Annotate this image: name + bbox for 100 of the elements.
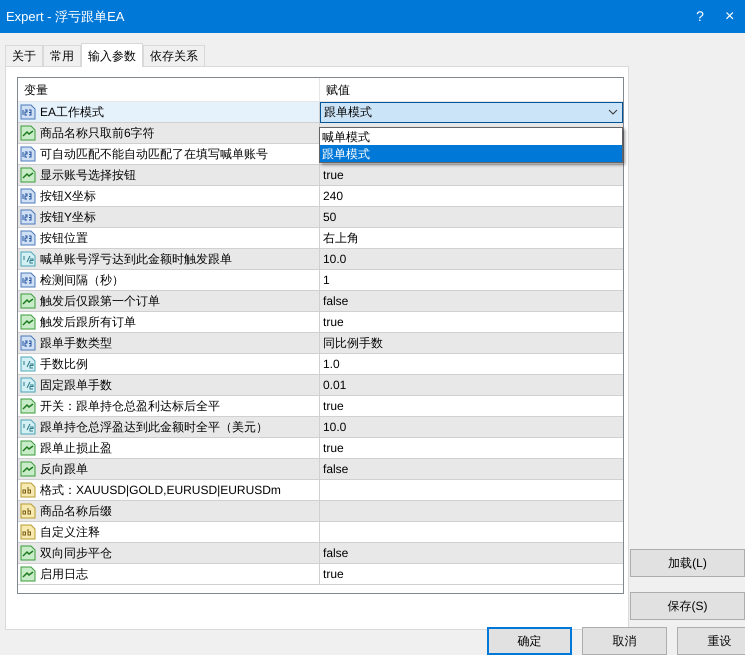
parameter-name: 按钮位置 — [40, 230, 88, 247]
column-header[interactable]: 赋值 — [320, 78, 623, 101]
parameter-value: false — [322, 545, 348, 562]
table-row[interactable]: 按钮Y坐标 50 — [18, 207, 623, 228]
parameter-value: 50 — [322, 209, 336, 226]
parameter-value: true — [322, 167, 344, 184]
dialog-button[interactable]: 取消 — [582, 627, 667, 655]
help-button[interactable]: ? — [685, 6, 715, 27]
parameter-name: 固定跟单手数 — [40, 377, 112, 394]
table-row[interactable]: 触发后仅跟第一个订单 false — [18, 291, 623, 312]
boolean-type-icon — [20, 566, 36, 582]
column-header[interactable]: 变量 — [18, 78, 320, 101]
decimal-type-icon — [20, 419, 36, 435]
integer-type-icon — [20, 104, 36, 120]
table-row[interactable]: 跟单手数类型 同比例手数 — [18, 333, 623, 354]
table-row[interactable]: 跟单止损止盈 true — [18, 438, 623, 459]
parameter-name: EA工作模式 — [40, 104, 104, 121]
window-title: Expert - 浮亏跟单EA — [5, 8, 126, 26]
parameter-name: 按钮X坐标 — [40, 188, 96, 205]
dialog-button[interactable]: 重设 — [677, 627, 745, 655]
parameter-name: 跟单止损止盈 — [40, 440, 112, 457]
parameter-value: 同比例手数 — [322, 335, 383, 352]
parameter-value: false — [322, 461, 348, 478]
text-type-icon — [20, 503, 36, 519]
table-row[interactable]: 喊单账号浮亏达到此金额时触发跟单 10.0 — [18, 249, 623, 270]
integer-type-icon — [20, 188, 36, 204]
parameter-name: 启用日志 — [40, 566, 88, 583]
boolean-type-icon — [20, 545, 36, 561]
decimal-type-icon — [20, 251, 36, 267]
parameter-name: 可自动匹配不能自动匹配了在填写喊单账号 — [40, 146, 268, 163]
parameter-value: 10.0 — [322, 251, 346, 268]
integer-type-icon — [20, 230, 36, 246]
boolean-type-icon — [20, 461, 36, 477]
chevron-down-icon — [608, 109, 618, 115]
parameter-name: 商品名称后缀 — [40, 503, 112, 520]
parameter-name: 双向同步平仓 — [40, 545, 112, 562]
table-row[interactable]: 按钮X坐标 240 — [18, 186, 623, 207]
parameter-name: 跟单手数类型 — [40, 335, 112, 352]
table-row[interactable]: 按钮位置 右上角 — [18, 228, 623, 249]
parameter-value: 1.0 — [322, 356, 340, 373]
parameter-value: 1 — [322, 272, 330, 289]
integer-type-icon — [20, 146, 36, 162]
table-row[interactable]: 跟单持仓总浮盈达到此金额时全平（美元） 10.0 — [18, 417, 623, 438]
parameter-name: 反向跟单 — [40, 461, 88, 478]
parameter-value: true — [322, 398, 344, 415]
table-row[interactable]: 开关：跟单持仓总盈利达标后全平 true — [18, 396, 623, 417]
parameter-name: 商品名称只取前6字符 — [40, 125, 155, 142]
table-row[interactable]: 商品名称后缀 — [18, 501, 623, 522]
parameter-name: 检测间隔（秒） — [40, 272, 124, 289]
table-row[interactable]: EA工作模式 跟单模式 — [18, 102, 623, 123]
integer-type-icon — [20, 272, 36, 288]
tab[interactable]: 输入参数 — [81, 43, 143, 67]
parameter-name: 手数比例 — [40, 356, 88, 373]
parameter-name: 格式：XAUUSD|GOLD,EURUSD|EURUSDm — [40, 482, 281, 499]
boolean-type-icon — [20, 398, 36, 414]
parameter-value: 10.0 — [322, 419, 346, 436]
integer-type-icon — [20, 335, 36, 351]
text-type-icon — [20, 524, 36, 540]
table-row[interactable]: 触发后跟所有订单 true — [18, 312, 623, 333]
table-row[interactable]: 手数比例 1.0 — [18, 354, 623, 375]
parameter-value: true — [322, 440, 344, 457]
parameter-value: 0.01 — [322, 377, 346, 394]
dropdown-option[interactable]: 喊单模式 — [320, 128, 622, 145]
boolean-type-icon — [20, 125, 36, 141]
parameter-name: 跟单持仓总浮盈达到此金额时全平（美元） — [40, 419, 268, 436]
parameter-value: true — [322, 566, 344, 583]
table-row[interactable]: 格式：XAUUSD|GOLD,EURUSD|EURUSDm — [18, 480, 623, 501]
decimal-type-icon — [20, 356, 36, 372]
side-button[interactable]: 保存(S) — [630, 592, 745, 620]
boolean-type-icon — [20, 293, 36, 309]
tab[interactable]: 常用 — [43, 45, 81, 66]
tab[interactable]: 关于 — [5, 45, 43, 66]
side-button[interactable]: 加载(L) — [630, 549, 745, 577]
dropdown-option[interactable]: 跟单模式 — [320, 145, 622, 162]
value-dropdown[interactable]: 跟单模式 — [320, 102, 623, 122]
table-row[interactable]: 显示账号选择按钮 true — [18, 165, 623, 186]
parameter-name: 开关：跟单持仓总盈利达标后全平 — [40, 398, 220, 415]
table-row[interactable]: 自定义注释 — [18, 522, 623, 543]
dialog-button[interactable]: 确定 — [487, 627, 572, 655]
parameter-name: 触发后跟所有订单 — [40, 314, 136, 331]
parameter-name: 按钮Y坐标 — [40, 209, 96, 226]
tab[interactable]: 依存关系 — [143, 45, 205, 66]
table-row[interactable]: 双向同步平仓 false — [18, 543, 623, 564]
parameter-name: 自定义注释 — [40, 524, 100, 541]
close-button[interactable]: × — [725, 4, 745, 28]
boolean-type-icon — [20, 314, 36, 330]
table-row[interactable]: 检测间隔（秒） 1 — [18, 270, 623, 291]
parameter-name: 显示账号选择按钮 — [40, 167, 136, 184]
table-row[interactable]: 启用日志 true — [18, 564, 623, 585]
parameter-value: false — [322, 293, 348, 310]
parameter-name: 触发后仅跟第一个订单 — [40, 293, 160, 310]
boolean-type-icon — [20, 167, 36, 183]
table-row[interactable]: 反向跟单 false — [18, 459, 623, 480]
decimal-type-icon — [20, 377, 36, 393]
table-row[interactable]: 固定跟单手数 0.01 — [18, 375, 623, 396]
parameter-value: 右上角 — [322, 230, 359, 247]
boolean-type-icon — [20, 440, 36, 456]
integer-type-icon — [20, 209, 36, 225]
text-type-icon — [20, 482, 36, 498]
parameter-name: 喊单账号浮亏达到此金额时触发跟单 — [40, 251, 232, 268]
